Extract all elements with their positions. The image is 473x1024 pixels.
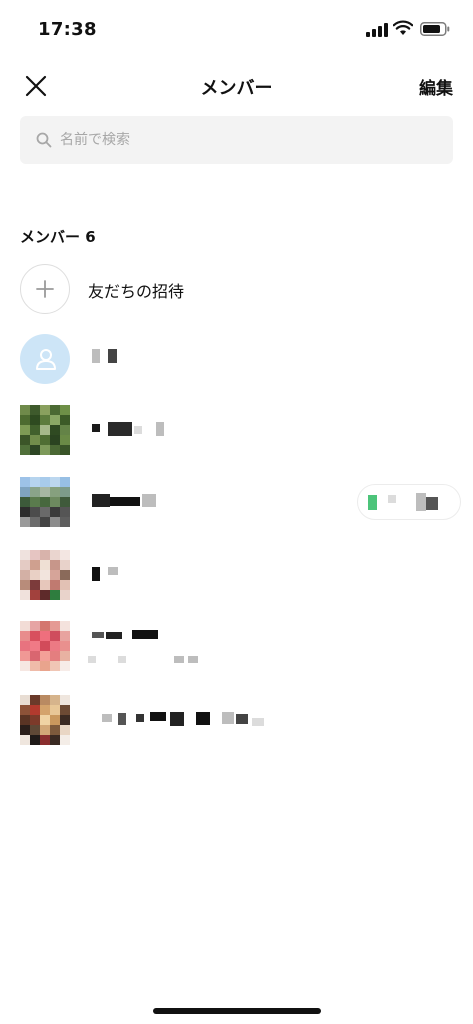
blurred-subtext (118, 656, 126, 663)
member-row[interactable] (0, 327, 473, 391)
search-bar[interactable] (20, 116, 453, 164)
blurred-name (92, 494, 110, 507)
member-row[interactable] (0, 398, 473, 462)
blurred-name (92, 632, 104, 638)
blurred-name (150, 712, 166, 721)
plus-icon (36, 280, 54, 298)
blurred-name (142, 494, 156, 507)
blurred-name (118, 713, 126, 725)
battery-icon (420, 22, 450, 36)
member-count-header: メンバー 6 (20, 228, 96, 246)
blurred-name (196, 712, 210, 725)
invite-friends-row[interactable]: 友だちの招待 (0, 257, 473, 321)
status-message-bubble[interactable] (357, 484, 461, 520)
page-title: メンバー (200, 78, 273, 99)
blurred-name (102, 714, 112, 722)
member-row[interactable] (0, 614, 473, 678)
blurred-name (222, 712, 234, 724)
invite-avatar (20, 264, 70, 314)
member-row[interactable] (0, 470, 473, 534)
blurred-name (156, 422, 164, 436)
invite-friends-label: 友だちの招待 (88, 282, 185, 301)
person-icon (36, 349, 56, 370)
blurred-name (134, 426, 142, 434)
blurred-name (92, 349, 100, 363)
member-avatar (20, 550, 70, 600)
member-row[interactable] (0, 543, 473, 607)
edit-button[interactable]: 編集 (419, 74, 453, 99)
status-bar: 17:38 (0, 0, 473, 56)
blurred-status (426, 497, 438, 510)
blurred-name (108, 422, 132, 436)
blurred-status (388, 495, 396, 503)
blurred-subtext (88, 656, 96, 663)
blurred-name (108, 567, 118, 575)
cellular-signal-icon (366, 23, 388, 37)
blurred-name (236, 714, 248, 724)
blurred-name (110, 497, 140, 506)
blurred-name (92, 567, 100, 581)
blurred-name (132, 630, 158, 639)
member-row[interactable] (0, 688, 473, 752)
nav-bar: メンバー 編集 (0, 64, 473, 108)
blurred-subtext (188, 656, 198, 663)
blurred-name (106, 632, 122, 639)
member-avatar (20, 695, 70, 745)
blurred-name (252, 718, 264, 726)
blurred-name (170, 712, 184, 726)
blurred-name (108, 349, 117, 363)
search-input[interactable] (60, 116, 440, 164)
default-avatar (20, 334, 70, 384)
search-icon (36, 132, 52, 148)
blurred-name (136, 714, 144, 722)
wifi-icon (393, 20, 413, 35)
member-avatar (20, 621, 70, 671)
home-indicator[interactable] (153, 1008, 321, 1014)
member-avatar (20, 477, 70, 527)
blurred-status (368, 495, 377, 510)
blurred-name (92, 424, 100, 432)
blurred-subtext (174, 656, 184, 663)
blurred-status (416, 493, 426, 511)
status-time: 17:38 (38, 19, 97, 40)
member-avatar (20, 405, 70, 455)
